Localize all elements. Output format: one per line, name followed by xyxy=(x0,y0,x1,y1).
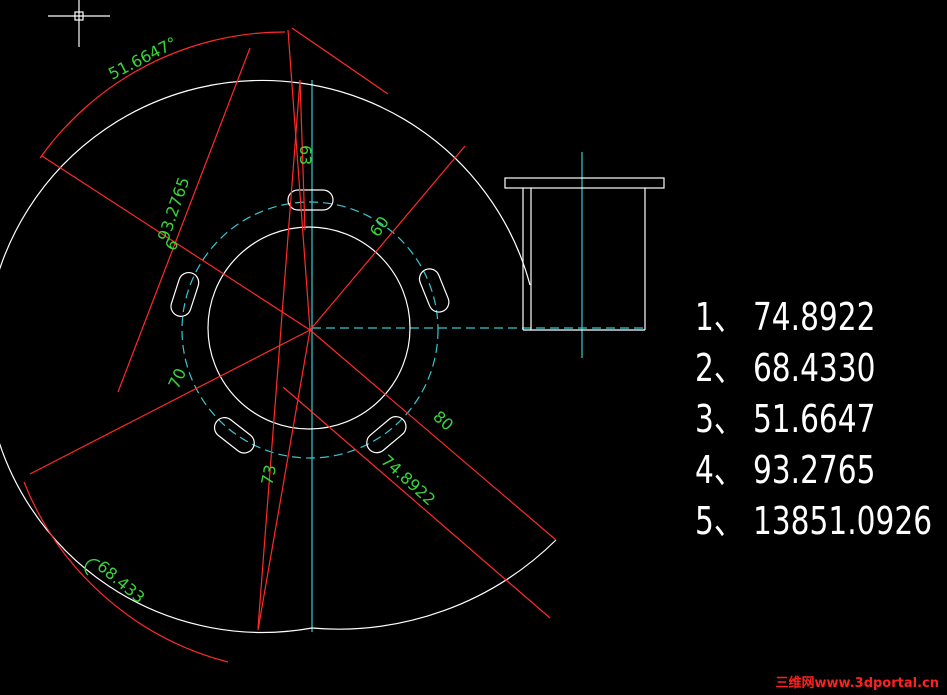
crosshair-cursor-icon xyxy=(48,0,110,47)
result-row-1: 1、 74.8922 xyxy=(695,295,876,339)
dim-74: 74.8922 xyxy=(377,451,439,509)
watermark: 三维网www.3dportal.cn xyxy=(775,676,939,691)
inner-bore xyxy=(207,226,411,430)
result-row-4: 4、 93.2765 xyxy=(695,448,876,492)
dim-arc-angle: 51.6647° xyxy=(105,33,180,84)
dim-63: 63 xyxy=(296,145,315,165)
result-row-3: 3、 51.6647 xyxy=(695,397,876,441)
dim-chord-93: 93.2765 xyxy=(154,175,194,244)
result-row-5: 5、 13851.0926 xyxy=(695,499,933,543)
outer-body xyxy=(0,79,557,634)
dim-70: 70 xyxy=(164,365,190,391)
dim-73: 73 xyxy=(257,463,280,487)
outlet-flange xyxy=(504,177,665,331)
result-row-2: 2、 68.4330 xyxy=(695,346,876,390)
center-lines xyxy=(311,80,645,632)
results-list: 1、 74.8922 2、 68.4330 3、 51.6647 4、 93.2… xyxy=(695,292,932,547)
dim-80: 80 xyxy=(429,407,457,435)
